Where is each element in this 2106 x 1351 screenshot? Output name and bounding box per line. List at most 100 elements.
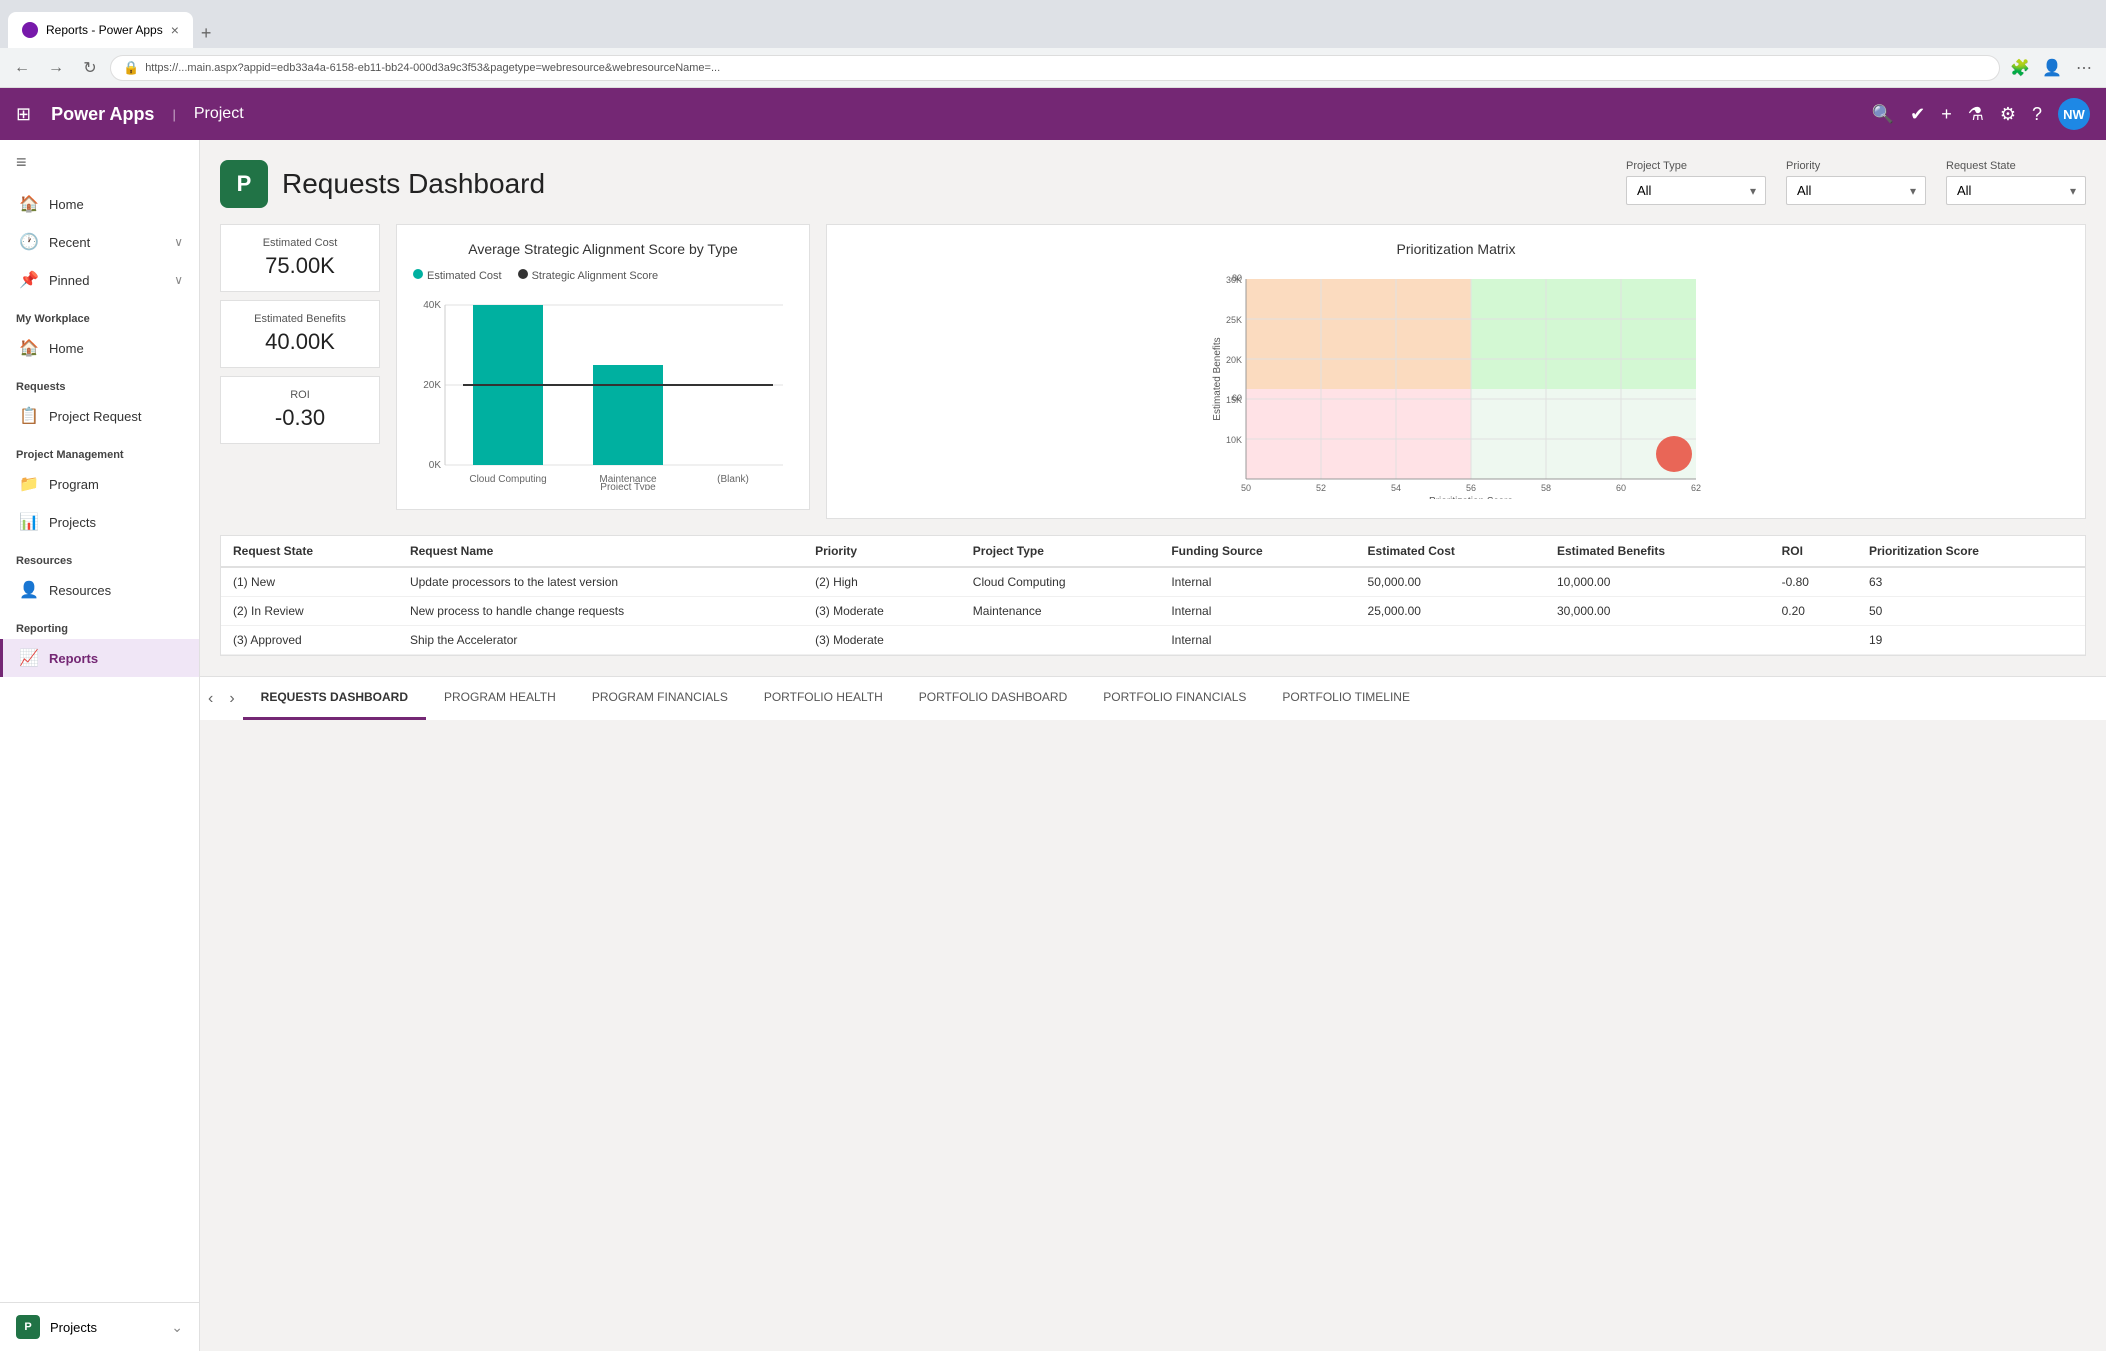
sidebar-item-project-request[interactable]: 📋 Project Request <box>0 397 199 435</box>
tab-close-button[interactable]: × <box>171 22 179 38</box>
main-content: P Requests Dashboard Project Type All Pr… <box>200 140 2106 1351</box>
profile-button[interactable]: 👤 <box>2038 54 2066 82</box>
tab-program-financials[interactable]: PROGRAM FINANCIALS <box>574 677 746 720</box>
refresh-button[interactable]: ↻ <box>76 54 104 82</box>
new-tab-button[interactable]: + <box>193 19 220 48</box>
tab-portfolio-health[interactable]: PORTFOLIO HEALTH <box>746 677 901 720</box>
col-request-state: Request State <box>221 536 398 567</box>
matrix-bubble[interactable] <box>1656 436 1692 472</box>
browser-tabs: Reports - Power Apps × + <box>8 0 219 48</box>
svg-text:62: 62 <box>1691 483 1701 493</box>
table-cell-8: 50 <box>1857 597 2085 626</box>
table-cell-6: 30,000.00 <box>1545 597 1770 626</box>
table-row[interactable]: (3) ApprovedShip the Accelerator(3) Mode… <box>221 626 2085 655</box>
module-label: Project <box>194 105 244 123</box>
sidebar-item-home-workplace[interactable]: 🏠 Home <box>0 329 199 367</box>
checklist-icon[interactable]: ✔ <box>1910 104 1925 125</box>
project-type-label: Project Type <box>1626 160 1766 172</box>
browser-chrome: Reports - Power Apps × + <box>0 0 2106 48</box>
app-body: ≡ 🏠 Home 🕐 Recent ∨ 📌 Pinned ∨ My Workpl… <box>0 140 2106 1351</box>
table-cell-8: 19 <box>1857 626 2085 655</box>
table-cell-2: (3) Moderate <box>803 626 961 655</box>
sidebar-item-label: Resources <box>49 583 111 598</box>
request-state-label: Request State <box>1946 160 2086 172</box>
request-state-select[interactable]: All <box>1946 176 2086 205</box>
active-tab[interactable]: Reports - Power Apps × <box>8 12 193 48</box>
svg-text:60: 60 <box>1616 483 1626 493</box>
user-avatar[interactable]: NW <box>2058 98 2090 130</box>
tab-portfolio-financials[interactable]: PORTFOLIO FINANCIALS <box>1085 677 1264 720</box>
sidebar-item-reports[interactable]: 📈 Reports <box>0 639 199 677</box>
chart-legend: Estimated Cost Strategic Alignment Score <box>413 269 793 282</box>
tab-nav-next[interactable]: › <box>221 677 242 720</box>
grid-icon[interactable]: ⊞ <box>16 104 31 125</box>
project-type-select-wrapper[interactable]: All <box>1626 176 1766 205</box>
kpi-roi-value: -0.30 <box>237 405 363 431</box>
tab-portfolio-dashboard[interactable]: PORTFOLIO DASHBOARD <box>901 677 1085 720</box>
dashboard-area: P Requests Dashboard Project Type All Pr… <box>200 140 2106 676</box>
col-project-type: Project Type <box>961 536 1160 567</box>
settings-icon[interactable]: ⚙ <box>2000 104 2016 125</box>
table-cell-3 <box>961 626 1160 655</box>
priority-select-wrapper[interactable]: All <box>1786 176 1926 205</box>
filter-request-state: Request State All <box>1946 160 2086 205</box>
col-funding-source: Funding Source <box>1159 536 1355 567</box>
svg-text:50: 50 <box>1241 483 1251 493</box>
sidebar: ≡ 🏠 Home 🕐 Recent ∨ 📌 Pinned ∨ My Workpl… <box>0 140 200 1351</box>
tab-nav-prev[interactable]: ‹ <box>200 677 221 720</box>
program-icon: 📁 <box>19 474 39 494</box>
search-icon[interactable]: 🔍 <box>1872 104 1894 125</box>
tab-program-health[interactable]: PROGRAM HEALTH <box>426 677 574 720</box>
browser-actions: 🧩 👤 ⋯ <box>2006 54 2098 82</box>
svg-text:20K: 20K <box>423 380 441 391</box>
add-icon[interactable]: + <box>1941 104 1952 125</box>
kpi-estimated-cost: Estimated Cost 75.00K <box>220 224 380 292</box>
svg-text:10K: 10K <box>1226 435 1242 445</box>
more-button[interactable]: ⋯ <box>2070 54 2098 82</box>
tab-requests-dashboard[interactable]: REQUESTS DASHBOARD <box>243 677 426 720</box>
address-bar[interactable]: 🔒 https://...main.aspx?appid=edb33a4a-61… <box>110 55 2000 81</box>
filter-group: Project Type All Priority All <box>1626 160 2086 205</box>
expand-icon: ∨ <box>174 273 183 287</box>
table-cell-3: Maintenance <box>961 597 1160 626</box>
sidebar-toggle[interactable]: ≡ <box>0 140 199 185</box>
table-cell-5 <box>1356 626 1545 655</box>
project-type-select[interactable]: All <box>1626 176 1766 205</box>
sidebar-item-resources[interactable]: 👤 Resources <box>0 571 199 609</box>
table-cell-6: 10,000.00 <box>1545 567 1770 597</box>
pin-icon: 📌 <box>19 270 39 290</box>
table-row[interactable]: (2) In ReviewNew process to handle chang… <box>221 597 2085 626</box>
data-table: Request State Request Name Priority Proj… <box>221 536 2085 655</box>
svg-text:58: 58 <box>1541 483 1551 493</box>
kpi-roi-label: ROI <box>237 389 363 401</box>
sidebar-item-home-top[interactable]: 🏠 Home <box>0 185 199 223</box>
bar-maintenance[interactable] <box>593 365 663 465</box>
svg-text:60: 60 <box>1232 393 1242 403</box>
bar-chart-svg: 40K 20K 0K <box>413 290 793 490</box>
tab-portfolio-timeline[interactable]: PORTFOLIO TIMELINE <box>1264 677 1428 720</box>
svg-text:20K: 20K <box>1226 355 1242 365</box>
table-cell-5: 50,000.00 <box>1356 567 1545 597</box>
table-cell-7: -0.80 <box>1770 567 1857 597</box>
svg-text:(Blank): (Blank) <box>717 474 749 485</box>
sidebar-bottom-projects[interactable]: P Projects ⌄ <box>0 1302 199 1351</box>
section-project-management: Project Management <box>0 435 199 465</box>
sidebar-item-projects[interactable]: 📊 Projects <box>0 503 199 541</box>
sidebar-item-program[interactable]: 📁 Program <box>0 465 199 503</box>
sidebar-item-label: Program <box>49 477 99 492</box>
filter-icon[interactable]: ⚗ <box>1968 104 1984 125</box>
extensions-button[interactable]: 🧩 <box>2006 54 2034 82</box>
priority-select[interactable]: All <box>1786 176 1926 205</box>
back-button[interactable]: ← <box>8 54 36 82</box>
forward-button[interactable]: → <box>42 54 70 82</box>
table-row[interactable]: (1) NewUpdate processors to the latest v… <box>221 567 2085 597</box>
app-header: ⊞ Power Apps | Project 🔍 ✔ + ⚗ ⚙ ? NW <box>0 88 2106 140</box>
help-icon[interactable]: ? <box>2032 104 2042 125</box>
sidebar-item-pinned[interactable]: 📌 Pinned ∨ <box>0 261 199 299</box>
request-state-select-wrapper[interactable]: All <box>1946 176 2086 205</box>
expand-icon: ∨ <box>174 235 183 249</box>
app-name-label: Power Apps <box>51 104 154 125</box>
table-cell-4: Internal <box>1159 626 1355 655</box>
dash-title-area: P Requests Dashboard <box>220 160 1606 208</box>
sidebar-item-recent[interactable]: 🕐 Recent ∨ <box>0 223 199 261</box>
